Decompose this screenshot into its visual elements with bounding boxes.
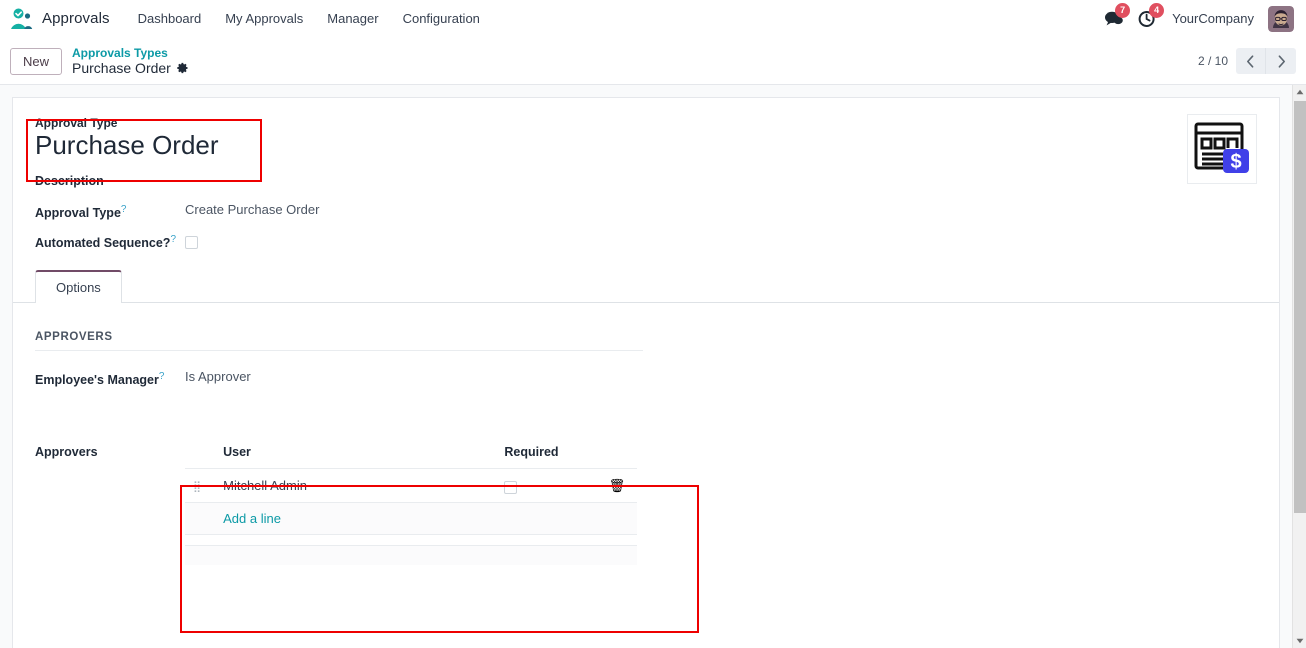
row-actions-cell: 🗑 xyxy=(596,468,637,503)
row-required-cell xyxy=(496,468,597,503)
pager-next-button[interactable] xyxy=(1266,48,1296,74)
chevron-left-icon xyxy=(1247,54,1254,68)
approval-type-title-label: Approval Type xyxy=(35,116,118,130)
breadcrumb-current-label: Purchase Order xyxy=(72,59,171,76)
employees-manager-label-text: Employee's Manager xyxy=(35,373,159,388)
add-a-line-row[interactable]: Add a line xyxy=(185,502,637,535)
form-sheet: $ Approval Type Purchase Order Descripti… xyxy=(12,97,1280,648)
employees-manager-value[interactable]: Is Approver xyxy=(185,367,251,384)
brand-home-link[interactable]: Approvals xyxy=(10,8,110,30)
automated-sequence-label: Automated Sequence?? xyxy=(35,230,185,253)
approvers-list: User Required ⣿ Mitchell Admin 🗑 Add a l… xyxy=(185,427,637,535)
scroll-up-arrow[interactable] xyxy=(1293,85,1306,99)
menu-my-approvals[interactable]: My Approvals xyxy=(213,5,315,32)
main-field-group: Description Approval Type? Create Purcha… xyxy=(35,170,1257,254)
approval-type-label: Approval Type? xyxy=(35,200,185,223)
purchase-order-image[interactable]: $ xyxy=(1187,114,1257,184)
breadcrumb-parent-link[interactable]: Approvals Types xyxy=(72,46,189,60)
help-question-icon[interactable]: ? xyxy=(121,204,127,215)
scroll-down-arrow[interactable] xyxy=(1293,634,1306,648)
add-a-line-link[interactable]: Add a line xyxy=(223,511,281,526)
field-row-automated-sequence: Automated Sequence?? xyxy=(35,230,1257,254)
vertical-scrollbar[interactable] xyxy=(1292,85,1306,648)
pager: 2 / 10 xyxy=(1198,48,1296,74)
messages-button[interactable]: 7 xyxy=(1104,2,1131,28)
add-line-cell: Add a line xyxy=(215,502,637,535)
next-section-placeholder xyxy=(185,544,637,565)
approvers-field-row: Approvers User Required ⣿ Mitchell Admin… xyxy=(35,427,1257,535)
col-actions-header xyxy=(596,439,637,470)
notebook: Options APPROVERS Employee's Manager? Is… xyxy=(13,270,1279,565)
notebook-tabs: Options xyxy=(13,270,1279,304)
automated-sequence-label-text: Automated Sequence? xyxy=(35,236,171,251)
row-drag-cell: ⣿ xyxy=(185,468,216,503)
col-required-header: Required xyxy=(496,439,597,470)
chevron-right-icon xyxy=(1278,54,1285,68)
table-row[interactable]: ⣿ Mitchell Admin 🗑 xyxy=(185,468,637,503)
add-line-spacer xyxy=(185,502,216,535)
breadcrumb-current: Purchase Order xyxy=(72,60,189,77)
navbar-systray: 7 4 YourCompany xyxy=(1104,2,1298,32)
field-row-employees-manager: Employee's Manager? Is Approver xyxy=(35,367,1257,391)
user-avatar[interactable] xyxy=(1268,5,1294,32)
approvals-app-icon xyxy=(10,8,34,30)
record-title-block: Approval Type Purchase Order xyxy=(35,116,1257,160)
pager-counter: 2 / 10 xyxy=(1197,54,1228,68)
help-question-icon[interactable]: ? xyxy=(159,371,165,382)
form-scroll-container: $ Approval Type Purchase Order Descripti… xyxy=(0,85,1292,648)
menu-manager[interactable]: Manager xyxy=(315,5,390,32)
activities-button[interactable]: 4 xyxy=(1138,2,1165,28)
automated-sequence-checkbox[interactable] xyxy=(185,235,198,249)
control-panel: New Approvals Types Purchase Order 2 / 1… xyxy=(0,38,1306,84)
field-row-approval-type: Approval Type? Create Purchase Order xyxy=(35,200,1257,224)
approvers-section-title: APPROVERS xyxy=(35,331,643,352)
activities-count-badge: 4 xyxy=(1149,2,1165,18)
approval-type-value[interactable]: Create Purchase Order xyxy=(185,200,319,217)
menu-dashboard[interactable]: Dashboard xyxy=(126,5,214,32)
company-switcher[interactable]: YourCompany xyxy=(1172,11,1254,26)
svg-text:$: $ xyxy=(1230,151,1241,173)
main-menu: Dashboard My Approvals Manager Configura… xyxy=(126,5,492,32)
tab-options[interactable]: Options xyxy=(35,270,122,304)
employees-manager-label: Employee's Manager? xyxy=(35,367,185,390)
approvers-label: Approvers xyxy=(35,445,98,460)
scrollbar-thumb[interactable] xyxy=(1294,101,1306,513)
help-question-icon[interactable]: ? xyxy=(170,234,176,245)
approvers-table: User Required ⣿ Mitchell Admin 🗑 Add a l… xyxy=(185,439,637,535)
content-area: $ Approval Type Purchase Order Descripti… xyxy=(0,84,1306,648)
menu-configuration[interactable]: Configuration xyxy=(391,5,492,32)
table-header-row: User Required xyxy=(185,439,637,470)
drag-handle-icon[interactable]: ⣿ xyxy=(193,481,201,493)
breadcrumb: Approvals Types Purchase Order xyxy=(72,46,189,77)
col-handle-header xyxy=(185,439,216,470)
approval-type-label-text: Approval Type xyxy=(35,206,121,221)
brand-name: Approvals xyxy=(42,10,110,27)
messages-count-badge: 7 xyxy=(1115,2,1131,18)
new-button[interactable]: New xyxy=(10,47,63,75)
tab-pane-options: APPROVERS Employee's Manager? Is Approve… xyxy=(35,303,1257,565)
required-checkbox[interactable] xyxy=(504,480,518,494)
trash-icon[interactable]: 🗑 xyxy=(609,479,626,492)
field-row-description: Description xyxy=(35,170,1257,194)
top-navbar: Approvals Dashboard My Approvals Manager… xyxy=(0,0,1306,38)
col-user-header: User xyxy=(215,439,497,470)
page-title[interactable]: Purchase Order xyxy=(35,130,1257,160)
pager-previous-button[interactable] xyxy=(1236,48,1266,74)
row-user-cell[interactable]: Mitchell Admin xyxy=(215,468,497,503)
gear-icon[interactable] xyxy=(177,62,189,74)
description-label: Description xyxy=(35,174,104,189)
automated-sequence-value xyxy=(185,230,198,249)
pager-buttons xyxy=(1236,48,1296,74)
